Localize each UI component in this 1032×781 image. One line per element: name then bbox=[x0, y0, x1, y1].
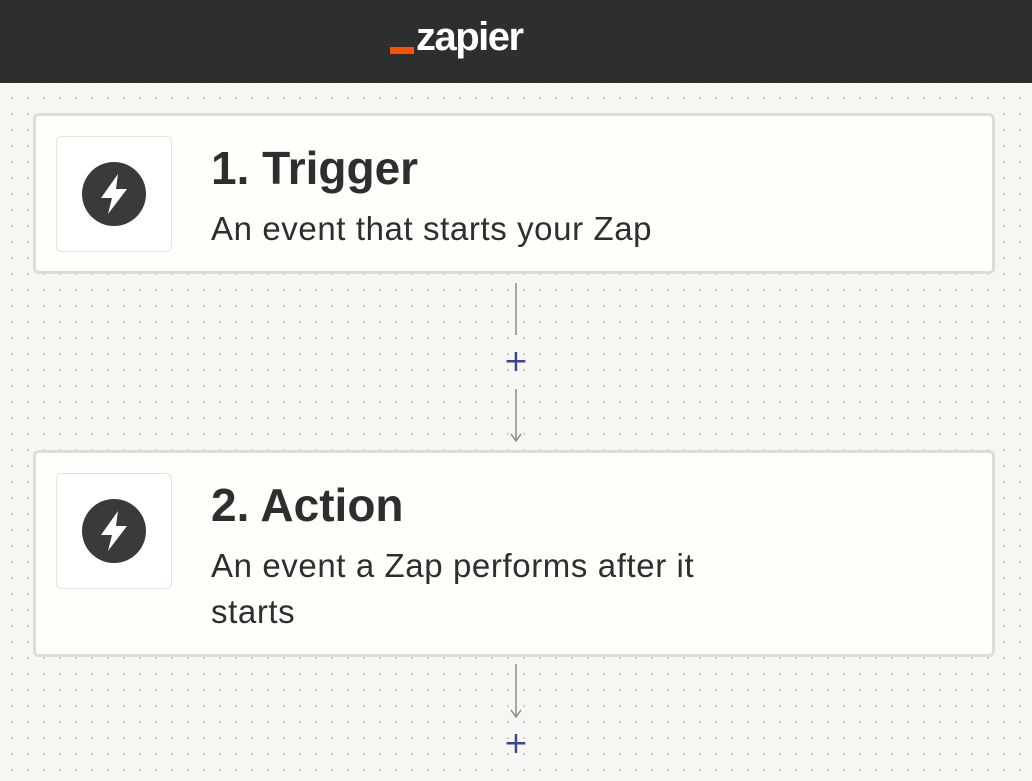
action-step-title: 2. Action bbox=[211, 479, 404, 531]
action-step-description: An event a Zap performs after it starts bbox=[211, 547, 695, 630]
add-step-button[interactable]: + bbox=[501, 347, 531, 377]
step-connector-lines bbox=[510, 283, 522, 719]
lightning-bolt-icon bbox=[82, 499, 146, 563]
action-icon-box bbox=[56, 473, 172, 589]
add-step-button-bottom[interactable]: + bbox=[501, 729, 531, 759]
action-step-card[interactable]: 2. Action An event a Zap performs after … bbox=[33, 450, 995, 657]
